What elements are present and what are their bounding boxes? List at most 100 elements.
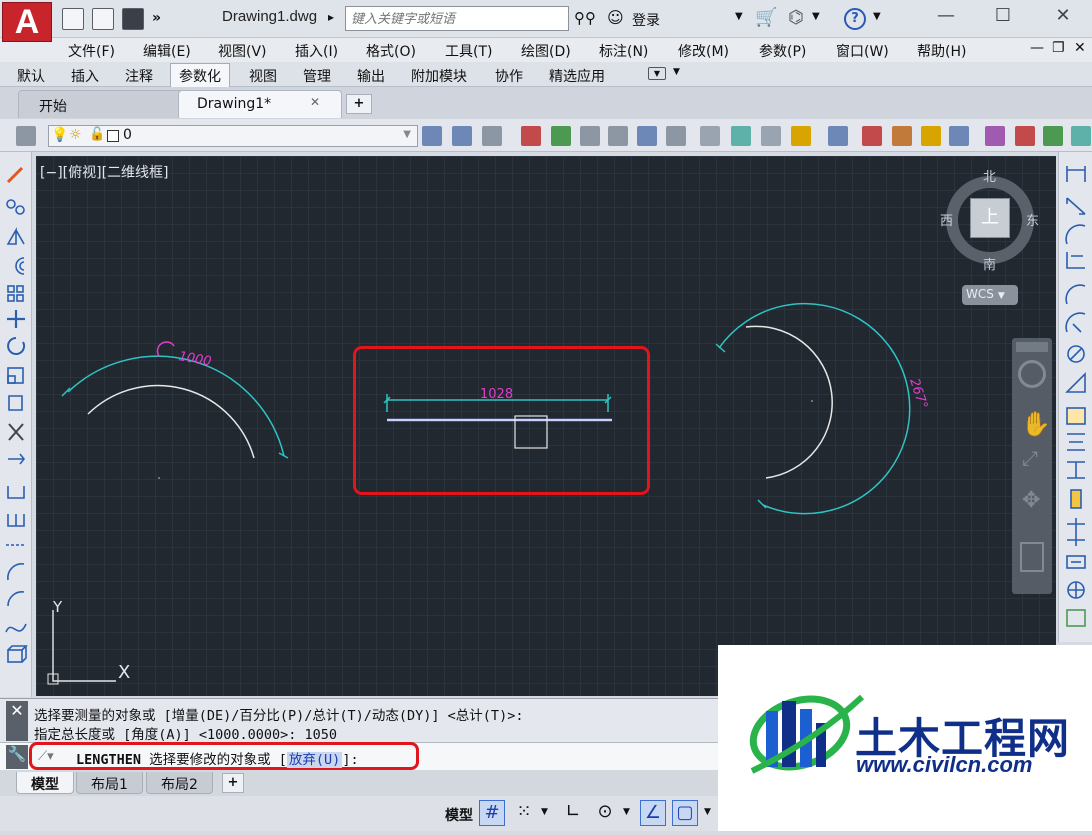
layer-unisolate-icon[interactable]	[551, 126, 571, 146]
tab-addins[interactable]: 附加模块	[411, 66, 467, 86]
ribbon-toggle-icon[interactable]: ▼	[648, 67, 666, 80]
compass-west[interactable]: 西	[940, 210, 953, 229]
chevron-down-icon[interactable]: ▼	[541, 807, 548, 817]
tab-default[interactable]: 默认	[17, 66, 45, 86]
snap-icon[interactable]: ⁙	[511, 800, 537, 826]
match-layer-icon[interactable]	[452, 126, 472, 146]
steering-wheel-icon[interactable]	[1018, 360, 1046, 388]
new-tab-button[interactable]: +	[346, 94, 372, 114]
login-button[interactable]: 登录	[632, 10, 660, 30]
tab-view[interactable]: 视图	[249, 66, 277, 86]
layer-match-icon[interactable]	[1015, 126, 1035, 146]
layer-freeze-icon[interactable]	[580, 126, 600, 146]
viewport-controls-label[interactable]: [−][俯视][二维线框]	[40, 162, 169, 182]
menu-window[interactable]: 窗口(W)	[836, 41, 889, 61]
chevron-down-icon[interactable]: ▼	[623, 807, 630, 817]
pan-icon[interactable]: ✋	[1021, 410, 1051, 438]
command-option-undo[interactable]: 放弃(U)	[286, 752, 343, 768]
polar-icon[interactable]: ⊙	[592, 800, 618, 826]
binoculars-icon[interactable]: ⚲⚲	[574, 9, 596, 27]
more-tools-icon[interactable]: »	[152, 10, 161, 26]
grid-icon[interactable]: #	[479, 800, 505, 826]
menu-view[interactable]: 视图(V)	[218, 41, 267, 61]
doc-minimize-icon[interactable]: —	[1030, 40, 1044, 56]
layer-translate-icon[interactable]	[921, 126, 941, 146]
tab-featured-apps[interactable]: 精选应用	[549, 66, 605, 86]
menu-insert[interactable]: 插入(I)	[295, 41, 338, 61]
object-snap-icon[interactable]: ▢	[672, 800, 698, 826]
layer-filter-icon[interactable]	[1043, 126, 1063, 146]
minimize-icon[interactable]: —	[926, 4, 966, 30]
tab-insert[interactable]: 插入	[71, 66, 99, 86]
orbit-icon[interactable]: ✥	[1022, 488, 1040, 513]
zoom-extents-icon[interactable]: ⤢	[1022, 446, 1038, 470]
drawing-canvas[interactable]: 1000 1028 267° Y X	[36, 156, 1056, 696]
chevron-down-icon[interactable]: ▼	[704, 807, 711, 817]
menu-modify[interactable]: 修改(M)	[678, 41, 729, 61]
menu-edit[interactable]: 编辑(E)	[143, 41, 191, 61]
make-current-icon[interactable]	[422, 126, 442, 146]
isodraft-icon[interactable]: ∠	[640, 800, 666, 826]
menu-file[interactable]: 文件(F)	[68, 41, 115, 61]
layer-vp-freeze-icon[interactable]	[985, 126, 1005, 146]
menu-dimension[interactable]: 标注(N)	[599, 41, 648, 61]
tab-layout2[interactable]: 布局2	[146, 772, 213, 794]
viewcube-face-top[interactable]: 上	[970, 198, 1010, 238]
search-input[interactable]	[345, 6, 569, 31]
compass-north[interactable]: 北	[983, 166, 996, 185]
layer-thaw-icon[interactable]	[761, 126, 781, 146]
layer-unlock-icon[interactable]	[731, 126, 751, 146]
user-icon[interactable]: ☺	[607, 8, 624, 27]
chevron-down-icon[interactable]: ▼	[673, 67, 680, 77]
layer-lock-icon[interactable]	[700, 126, 720, 146]
open-file-icon[interactable]	[92, 8, 114, 30]
close-icon[interactable]: ✕	[1043, 4, 1083, 30]
menu-help[interactable]: 帮助(H)	[917, 41, 966, 61]
layer-change-icon[interactable]	[892, 126, 912, 146]
chevron-down-icon[interactable]: ▼	[873, 11, 881, 22]
layer-off-icon[interactable]	[608, 126, 628, 146]
tab-manage[interactable]: 管理	[303, 66, 331, 86]
ortho-icon[interactable]: ∟	[560, 800, 586, 826]
doc-restore-icon[interactable]: ❐	[1052, 40, 1065, 56]
menu-parametric[interactable]: 参数(P)	[759, 41, 806, 61]
ucs-menu[interactable]: WCS ▼	[962, 285, 1018, 305]
command-prompt[interactable]: LENGTHEN 选择要修改的对象或 [放弃(U)]:	[76, 748, 359, 768]
layer-properties-icon[interactable]	[16, 126, 36, 146]
network-icon[interactable]: ⌬	[788, 7, 804, 28]
tab-collaborate[interactable]: 协作	[495, 66, 523, 86]
menu-draw[interactable]: 绘图(D)	[521, 41, 571, 61]
tab-annotate[interactable]: 注释	[125, 66, 153, 86]
tab-layout1[interactable]: 布局1	[76, 772, 143, 794]
compass-east[interactable]: 东	[1026, 210, 1039, 229]
new-file-icon[interactable]	[62, 8, 84, 30]
layer-previous-icon[interactable]	[482, 126, 502, 146]
layer-dropdown[interactable]: 💡 ☼ 🔓 0 ▼	[48, 125, 418, 147]
chevron-right-icon[interactable]: ▸	[328, 10, 334, 24]
model-space-button[interactable]: 模型	[445, 805, 473, 825]
maximize-icon[interactable]: ☐	[983, 4, 1023, 30]
tab-output[interactable]: 输出	[357, 66, 385, 86]
cart-icon[interactable]: 🛒	[755, 7, 777, 28]
app-logo[interactable]: A	[2, 2, 52, 42]
navbar-close-icon[interactable]	[1016, 342, 1048, 352]
showmotion-icon[interactable]	[1020, 542, 1044, 572]
command-close-icon[interactable]: ✕	[6, 701, 28, 741]
help-icon[interactable]: ?	[844, 8, 866, 30]
tab-model[interactable]: 模型	[16, 772, 74, 794]
layer-merge-icon[interactable]	[666, 126, 686, 146]
tab-parametric[interactable]: 参数化	[170, 63, 230, 88]
layer-states-icon[interactable]	[949, 126, 969, 146]
copy-objects-icon[interactable]	[828, 126, 848, 146]
menu-tools[interactable]: 工具(T)	[445, 41, 492, 61]
layer-isolate-icon[interactable]	[521, 126, 541, 146]
layer-delete-icon[interactable]	[862, 126, 882, 146]
chevron-down-icon[interactable]: ▼	[735, 11, 743, 22]
doc-close-icon[interactable]: ✕	[1074, 40, 1086, 56]
layer-manager-icon[interactable]	[1071, 126, 1091, 146]
compass-south[interactable]: 南	[983, 254, 996, 273]
viewcube[interactable]: 上 北 南 东 西	[938, 166, 1044, 278]
layer-on-icon[interactable]	[791, 126, 811, 146]
chevron-down-icon[interactable]: ▼	[812, 11, 820, 22]
file-tab-start[interactable]: 开始	[18, 90, 186, 118]
